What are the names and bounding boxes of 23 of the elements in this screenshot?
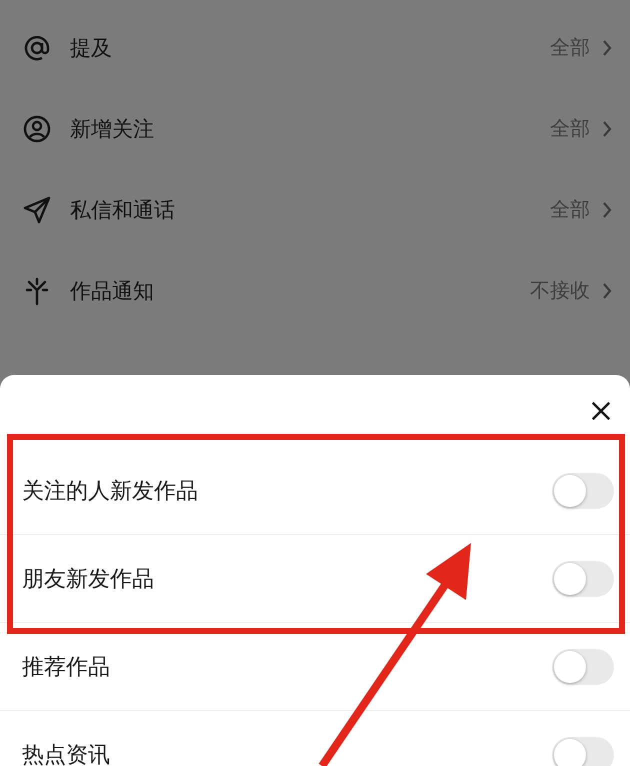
chevron-icon: [602, 38, 612, 56]
close-icon[interactable]: [590, 400, 612, 422]
setting-label: 作品通知: [70, 278, 155, 304]
user-icon: [22, 114, 52, 144]
setting-label: 提及: [70, 34, 113, 62]
option-label: 关注的人新发作品: [22, 478, 198, 506]
toggle-switch[interactable]: [552, 648, 614, 684]
toggle-switch[interactable]: [552, 560, 614, 596]
option-label: 推荐作品: [22, 654, 110, 682]
setting-value: 全部: [550, 115, 590, 142]
toggle-switch[interactable]: [552, 472, 614, 508]
option-label: 朋友新发作品: [22, 566, 154, 594]
setting-value: 全部: [550, 34, 590, 61]
setting-value: 不接收: [530, 277, 590, 304]
chevron-icon: [602, 120, 612, 138]
paper-plane-icon: [22, 194, 52, 224]
setting-label: 新增关注: [70, 116, 155, 142]
option-label: 热点资讯: [22, 742, 110, 766]
setting-label: 私信和通话: [70, 196, 176, 224]
chevron-icon: [602, 282, 612, 300]
toggle-switch[interactable]: [552, 736, 614, 766]
setting-value: 全部: [550, 196, 590, 223]
chevron-icon: [602, 200, 612, 218]
